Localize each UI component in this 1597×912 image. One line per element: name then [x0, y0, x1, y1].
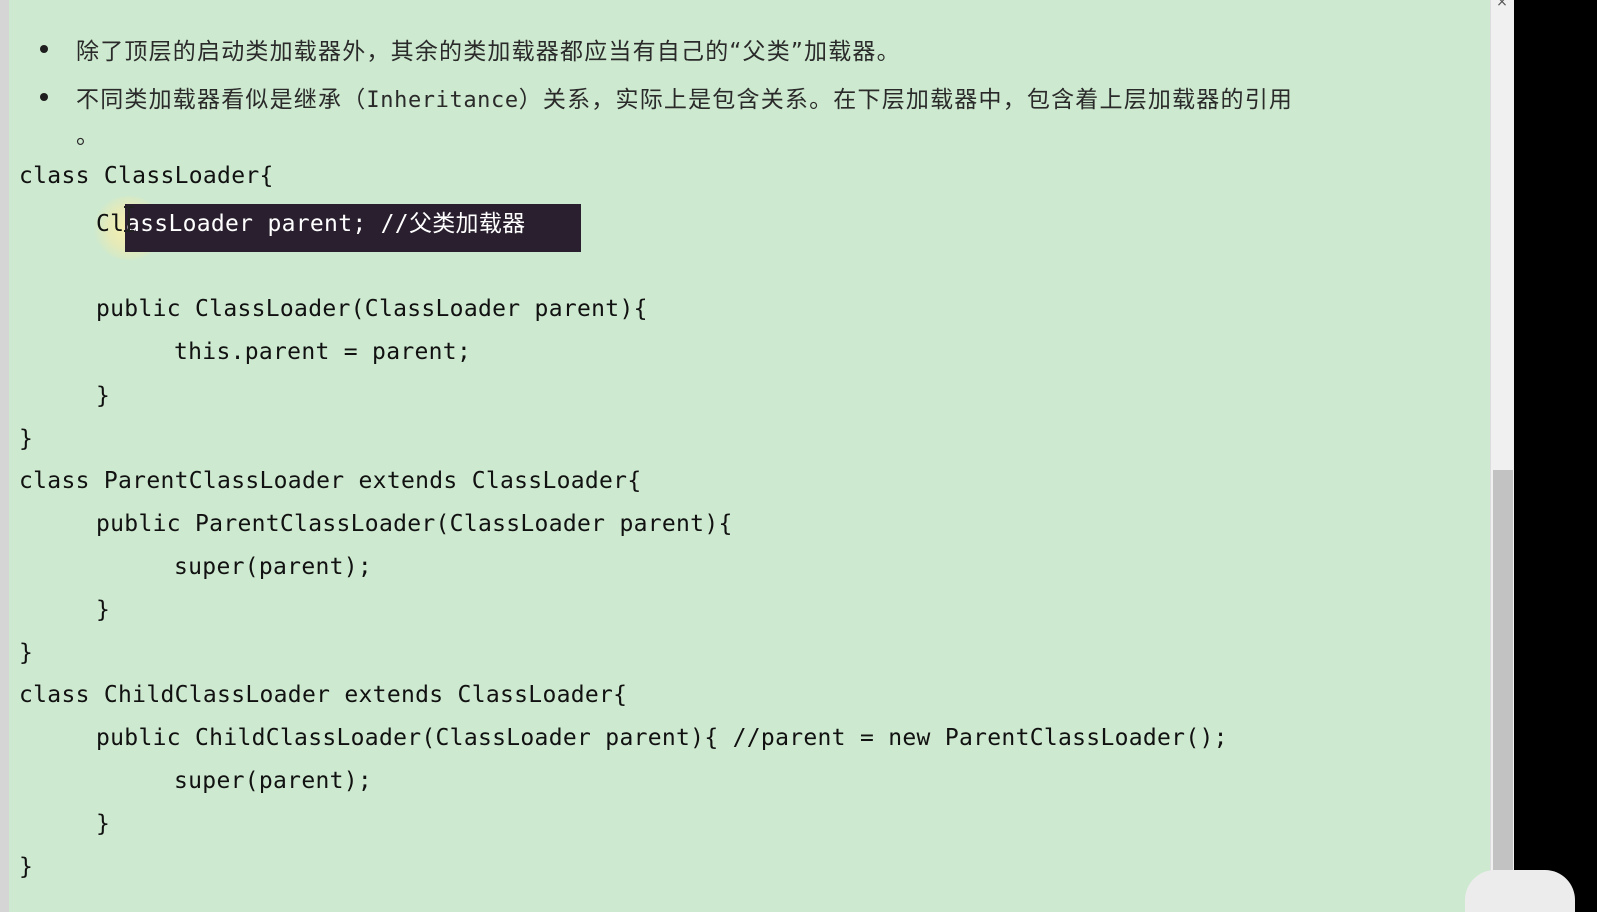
code-line: }	[96, 811, 111, 837]
code-line: class ChildClassLoader extends ClassLoad…	[19, 682, 628, 708]
bullet-text: 除了顶层的启动类加载器外，其余的类加载器都应当有自己的“父类”加载器。	[76, 39, 901, 65]
code-line-selected: assLoader parent; //父类加载器	[126, 211, 526, 237]
code-line: class ClassLoader{	[19, 163, 274, 189]
left-border	[0, 0, 9, 912]
screen-edge	[1514, 0, 1597, 912]
code-line: class ParentClassLoader extends ClassLoa…	[19, 468, 642, 494]
bullet-dot	[40, 93, 48, 101]
bullet-text-continuation: 。	[76, 123, 99, 149]
close-icon[interactable]: ×	[1494, 0, 1510, 10]
bullet-text: 不同类加载器看似是继承（Inheritance）关系，实际上是包含关系。在下层加…	[76, 80, 1293, 114]
bullet-text-post: ）关系，实际上是包含关系。在下层加载器中，包含着上层加载器的引用	[518, 87, 1294, 113]
code-line: this.parent = parent;	[174, 339, 472, 365]
code-line: }	[19, 640, 34, 666]
code-line: super(parent);	[174, 768, 373, 794]
code-line: }	[96, 383, 111, 409]
screen: 除了顶层的启动类加载器外，其余的类加载器都应当有自己的“父类”加载器。 不同类加…	[0, 0, 1597, 912]
bullet-dot	[40, 45, 48, 53]
document-view[interactable]: 除了顶层的启动类加载器外，其余的类加载器都应当有自己的“父类”加载器。 不同类加…	[0, 0, 1490, 912]
tray-icon[interactable]	[1465, 870, 1575, 912]
code-line: }	[19, 854, 34, 880]
code-line: public ClassLoader(ClassLoader parent){	[96, 296, 648, 322]
code-line: super(parent);	[174, 554, 373, 580]
code-line: public ChildClassLoader(ClassLoader pare…	[96, 725, 1228, 751]
code-line: }	[96, 597, 111, 623]
code-line-unselected: Cl	[96, 211, 125, 237]
bullet-text-inheritance: Inheritance	[366, 88, 519, 113]
vertical-scrollbar[interactable]	[1490, 0, 1514, 912]
text-cursor-icon	[124, 206, 134, 232]
scrollbar-thumb[interactable]	[1493, 470, 1513, 912]
code-line: }	[19, 426, 34, 452]
code-line: public ParentClassLoader(ClassLoader par…	[96, 511, 733, 537]
bullet-text-pre: 不同类加载器看似是继承（	[76, 87, 367, 113]
